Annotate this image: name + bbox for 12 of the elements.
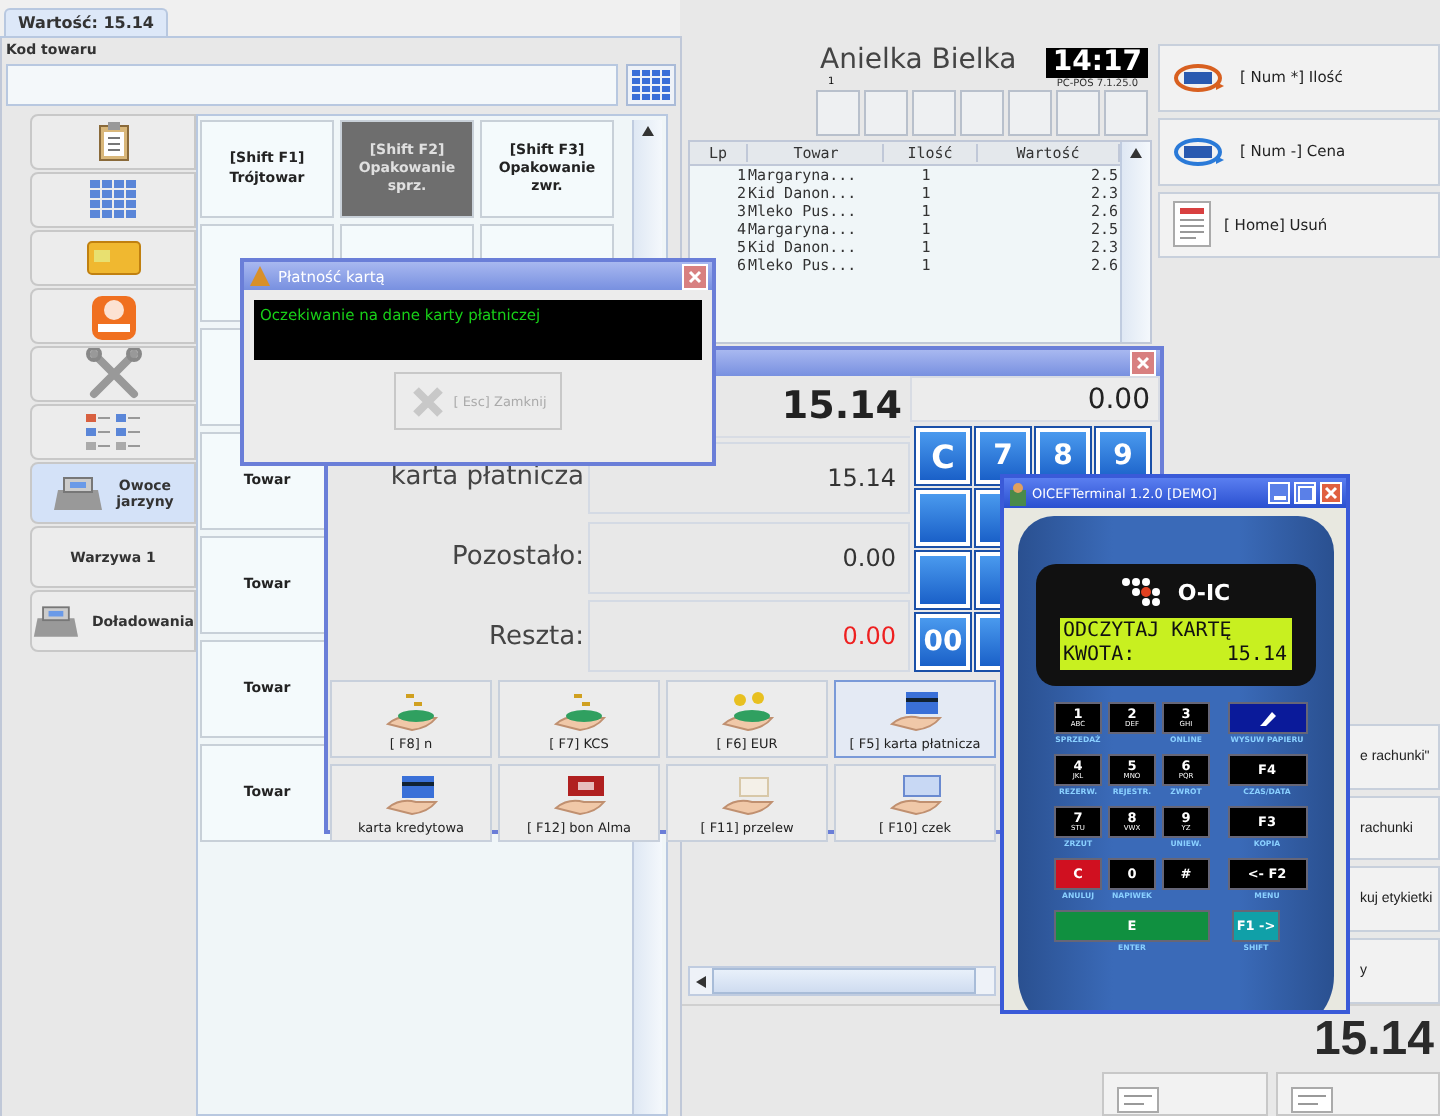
- amount-field: 0.00: [588, 521, 910, 593]
- amount-field: 0.00: [588, 600, 910, 673]
- clock: 14:17: [1046, 48, 1148, 78]
- payment-label: karta płatnicza: [388, 462, 586, 493]
- amount-due: 15.14: [781, 384, 902, 428]
- entered-amount-field: 0.00: [910, 376, 1160, 422]
- payment-label: Pozostało:: [450, 542, 586, 572]
- cashier-name: Anielka Bielka: [820, 44, 1017, 76]
- payment-label: Reszta:: [487, 621, 586, 652]
- total-amount: 15.14: [1313, 1011, 1436, 1067]
- brand-logo-text: O-IC: [1177, 579, 1231, 605]
- lcd-display: ODCZYTAJ KARTĘ KWOTA: 15.14: [1059, 618, 1291, 670]
